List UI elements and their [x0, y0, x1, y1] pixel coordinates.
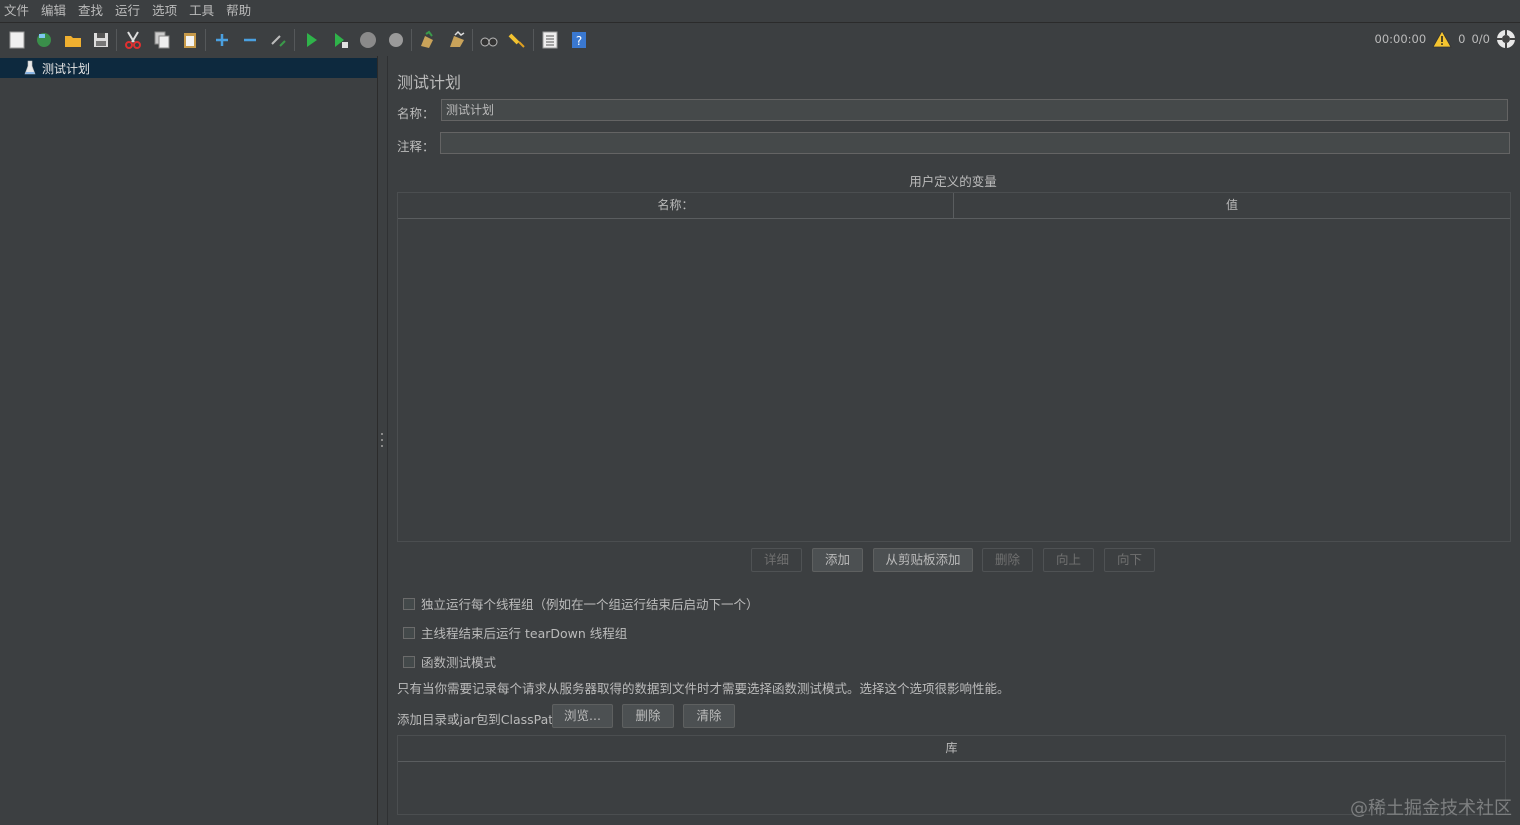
serialize-label: 独立运行每个线程组（例如在一个组运行结束后启动下一个）: [421, 597, 759, 612]
name-field[interactable]: 测试计划: [441, 99, 1508, 121]
user-variables-table[interactable]: 名称： 值: [397, 192, 1511, 542]
clear-all-icon[interactable]: [446, 29, 468, 51]
collapse-icon[interactable]: [239, 29, 261, 51]
toggle-icon[interactable]: [267, 29, 289, 51]
teardown-checkbox[interactable]: [403, 626, 415, 639]
menu-help[interactable]: 帮助: [220, 0, 257, 21]
splitter-handle[interactable]: [380, 433, 384, 447]
menu-run[interactable]: 运行: [109, 0, 146, 21]
paste-icon[interactable]: [179, 29, 201, 51]
expand-icon[interactable]: [211, 29, 233, 51]
classpath-delete-button[interactable]: 删除: [622, 704, 674, 728]
menu-tools[interactable]: 工具: [183, 0, 220, 21]
shutdown-icon[interactable]: [385, 29, 407, 51]
remote-engine-icon[interactable]: [1496, 29, 1516, 49]
classpath-clear-button[interactable]: 清除: [683, 704, 735, 728]
column-header-library[interactable]: 库: [398, 736, 1505, 762]
column-header-name[interactable]: 名称：: [398, 193, 954, 219]
test-tree: 测试计划: [0, 56, 378, 825]
stop-icon[interactable]: [357, 29, 379, 51]
menu-search[interactable]: 查找: [72, 0, 109, 21]
start-no-pause-icon[interactable]: [329, 29, 351, 51]
thread-count: 0/0: [1471, 32, 1490, 46]
save-icon[interactable]: [90, 29, 112, 51]
comment-label: 注释：: [397, 139, 435, 154]
clear-icon[interactable]: [416, 29, 438, 51]
warning-icon[interactable]: [1432, 30, 1452, 48]
add-from-clipboard-button[interactable]: 从剪贴板添加: [873, 548, 973, 572]
watermark: @稀土掘金技术社区: [1350, 798, 1512, 819]
cut-icon[interactable]: [122, 29, 144, 51]
move-up-button[interactable]: 向上: [1043, 548, 1094, 572]
menu-file[interactable]: 文件: [0, 0, 35, 21]
classpath-label: 添加目录或jar包到ClassPath: [397, 712, 562, 727]
open-icon[interactable]: [62, 29, 84, 51]
warning-count: 0: [1458, 32, 1466, 46]
functional-mode-checkbox[interactable]: [403, 655, 415, 668]
name-label: 名称：: [397, 106, 435, 121]
menu-edit[interactable]: 编辑: [35, 0, 72, 21]
toolbar: ?: [0, 22, 1520, 57]
panel-title: 测试计划: [397, 73, 462, 92]
tree-node-test-plan[interactable]: 测试计划: [0, 58, 377, 78]
flask-icon: [24, 60, 36, 76]
comment-field[interactable]: [440, 132, 1510, 154]
svg-text:?: ?: [576, 34, 582, 48]
templates-icon[interactable]: [33, 29, 55, 51]
new-icon[interactable]: [6, 29, 28, 51]
functional-mode-label: 函数测试模式: [421, 655, 497, 670]
teardown-option[interactable]: 主线程结束后运行 tearDown 线程组: [403, 623, 627, 642]
status-area: 00:00:00 0 0/0: [1375, 22, 1520, 56]
teardown-label: 主线程结束后运行 tearDown 线程组: [421, 626, 628, 641]
move-down-button[interactable]: 向下: [1104, 548, 1155, 572]
user-variables-title: 用户定义的变量: [909, 174, 997, 189]
reset-search-icon[interactable]: [506, 29, 528, 51]
help-icon[interactable]: ?: [568, 29, 590, 51]
serialize-checkbox[interactable]: [403, 597, 415, 610]
column-header-value[interactable]: 值: [954, 193, 1510, 219]
function-helper-icon[interactable]: [539, 29, 561, 51]
functional-mode-info: 只有当你需要记录每个请求从服务器取得的数据到文件时才需要选择函数测试模式。选择这…: [397, 681, 1010, 696]
delete-button[interactable]: 删除: [982, 548, 1033, 572]
tree-node-label: 测试计划: [42, 61, 91, 76]
menu-bar: 文件 编辑 查找 运行 选项 工具 帮助: [0, 0, 1520, 21]
functional-mode-option[interactable]: 函数测试模式: [403, 652, 496, 671]
detail-button[interactable]: 详细: [751, 548, 802, 572]
library-table[interactable]: 库: [397, 735, 1506, 815]
browse-button[interactable]: 浏览...: [552, 704, 613, 728]
copy-icon[interactable]: [151, 29, 173, 51]
menu-options[interactable]: 选项: [146, 0, 183, 21]
elapsed-time: 00:00:00: [1374, 32, 1427, 46]
start-icon[interactable]: [300, 29, 322, 51]
search-icon[interactable]: [478, 29, 500, 51]
serialize-option[interactable]: 独立运行每个线程组（例如在一个组运行结束后启动下一个）: [403, 594, 759, 613]
add-button[interactable]: 添加: [812, 548, 863, 572]
test-plan-panel: 测试计划 名称： 测试计划 注释： 用户定义的变量 名称： 值 详细 添加 从剪…: [388, 56, 1520, 825]
